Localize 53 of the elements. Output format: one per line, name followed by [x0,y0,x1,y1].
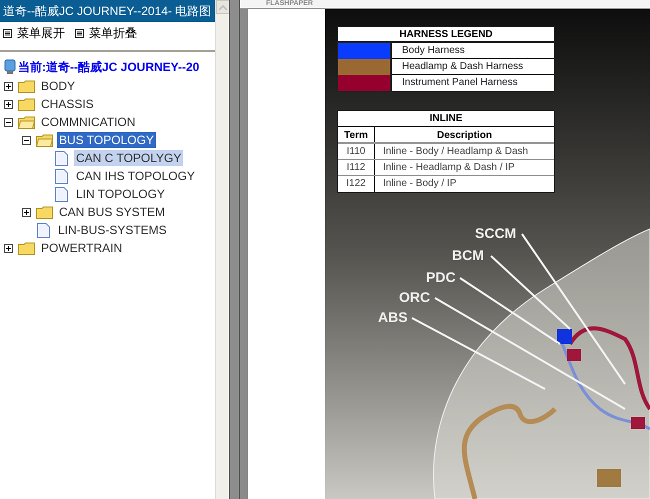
window-title: 道奇--酷威JC JOURNEY--2014- 电路图 [0,0,215,22]
table-cell: I112 [338,160,375,175]
table-title: INLINE [338,111,554,127]
collapse-toggle-icon[interactable] [22,136,31,144]
folder-icon [18,242,35,254]
menu-action-button[interactable]: 菜单展开 [3,24,65,42]
document-icon [37,222,50,238]
collapse-toggle-icon[interactable] [4,118,13,126]
scrollbar[interactable] [215,0,229,499]
column-header: Term [338,127,375,142]
expand-toggle-icon[interactable] [4,100,13,108]
list-icon [3,28,12,38]
column-header: Description [436,129,493,142]
callout-label: ORC [399,289,430,305]
callout-label: PDC [426,269,456,285]
tree-item[interactable]: POWERTRAIN [39,240,124,256]
tree-item[interactable]: CHASSIS [39,96,96,112]
document-icon [55,186,68,202]
callout-label: ABS [378,309,408,325]
tree-item[interactable]: CAN BUS SYSTEM [57,204,168,220]
computer-icon [4,59,16,75]
menu-action-button[interactable]: 菜单折叠 [75,24,137,42]
scroll-up-button[interactable] [216,0,230,14]
expand-toggle-icon[interactable] [4,82,13,90]
legend-label: Headlamp & Dash Harness [401,60,524,74]
caret-up-icon [219,4,227,10]
document-icon [55,150,68,166]
table-cell-text: Inline - Body / Headlamp & Dash [382,145,530,159]
tree-item[interactable]: BODY [39,78,78,94]
tree-item[interactable]: CAN IHS TOPOLOGY [74,168,197,184]
expand-toggle-icon[interactable] [22,208,31,216]
open-folder-icon [36,134,53,146]
callout-label: BCM [452,247,484,263]
callout-label: SCCM [475,225,516,241]
folder-icon [18,80,35,92]
tree-item[interactable]: LIN TOPOLOGY [74,186,167,202]
tree-item[interactable]: LIN-BUS-SYSTEMS [56,222,169,238]
document-icon [55,168,68,184]
table-cell-text: Inline - Body / IP [382,177,458,191]
tree-header: 当前:道奇--酷威JC JOURNEY--20 [18,59,200,76]
open-folder-icon [18,116,35,128]
tree-item[interactable]: BUS TOPOLOGY [57,132,156,148]
legend-label: Instrument Panel Harness [401,76,518,90]
table-cell-text: Inline - Headlamp & Dash / IP [382,161,516,175]
expand-toggle-icon[interactable] [4,244,13,252]
tree-item[interactable]: CAN C TOPOLYGY [74,150,184,166]
folder-icon [36,206,53,218]
table-cell: I122 [338,176,375,192]
list-icon [75,28,84,38]
tree-item[interactable]: COMMNICATION [39,114,138,130]
folder-icon [18,98,35,110]
table-cell: I110 [338,144,375,159]
legend-label: Body Harness [401,44,465,58]
